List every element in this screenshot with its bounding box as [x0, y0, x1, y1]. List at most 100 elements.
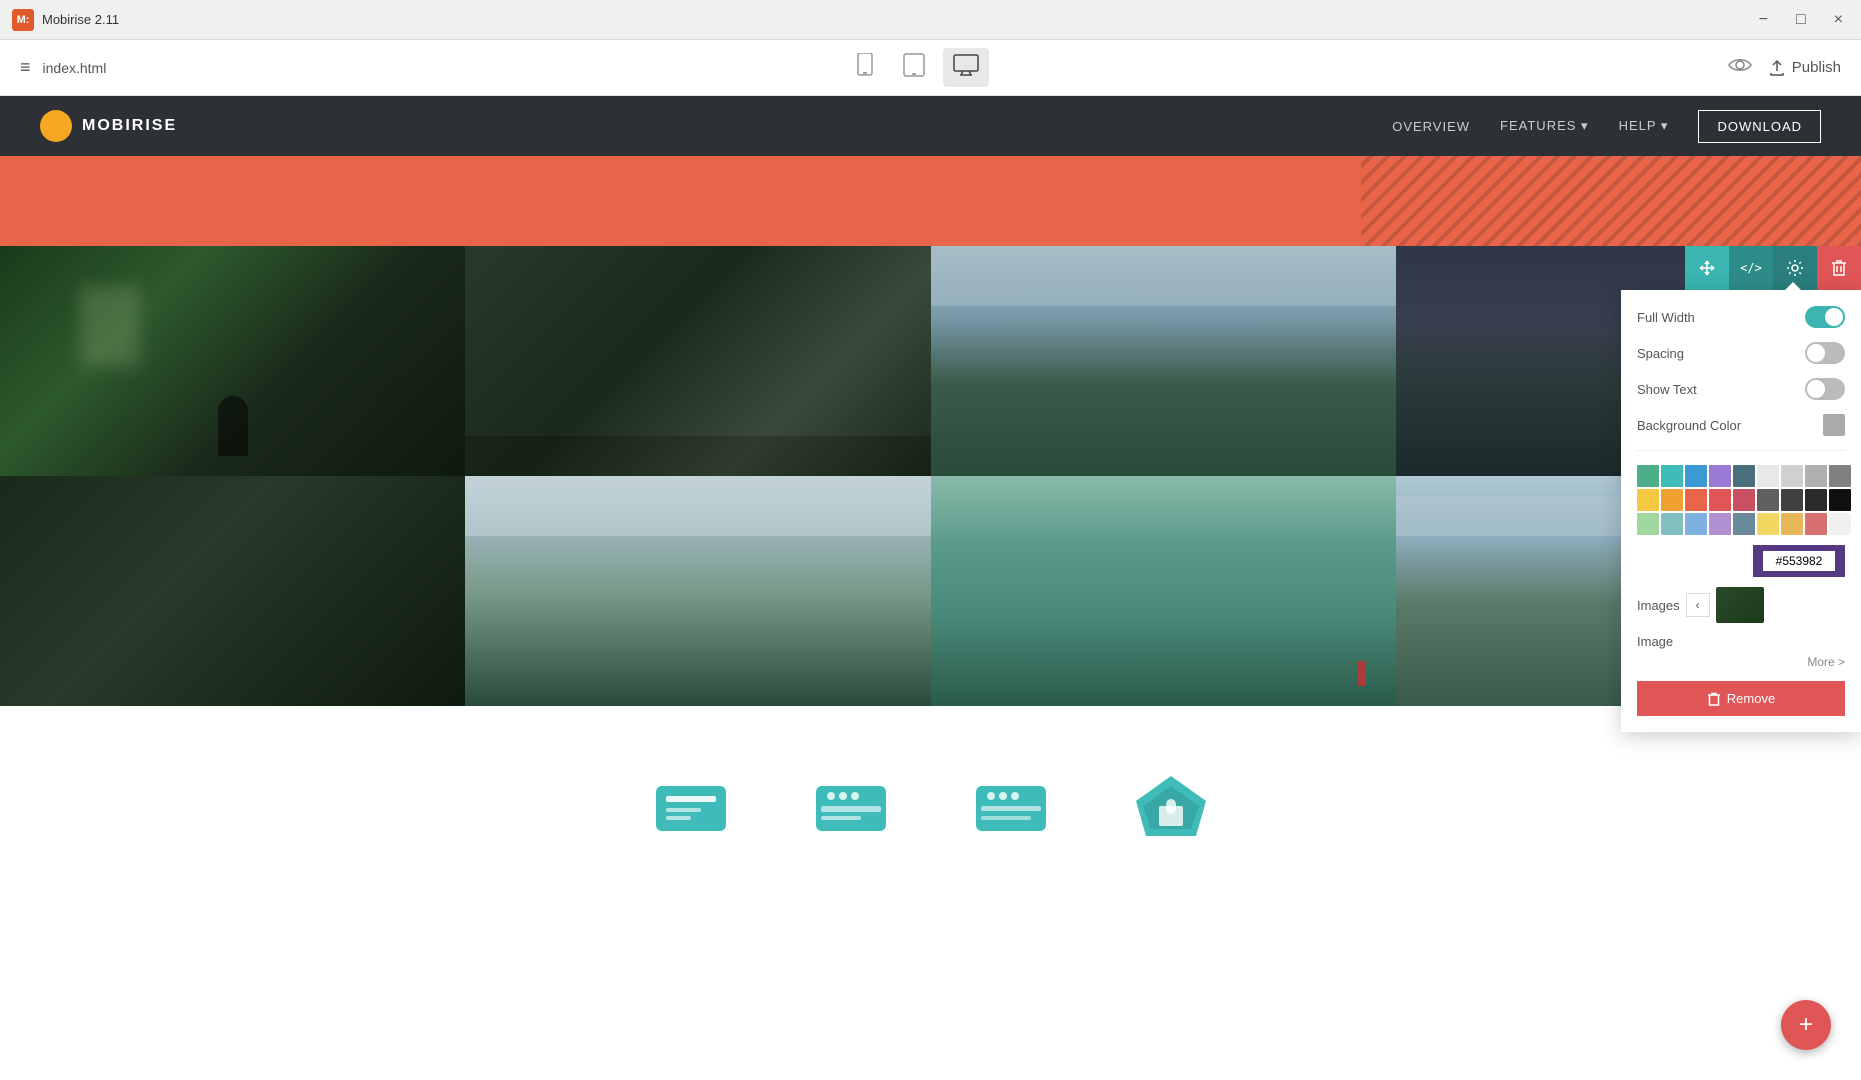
preview-button[interactable]: [1728, 56, 1752, 80]
light-effect: [80, 286, 140, 366]
image-thumbnail[interactable]: [1716, 587, 1764, 623]
color-swatch[interactable]: [1661, 465, 1683, 487]
color-swatch[interactable]: [1685, 513, 1707, 535]
titlebar-left: M: Mobirise 2.11: [12, 9, 119, 31]
color-swatch[interactable]: [1709, 465, 1731, 487]
remove-button[interactable]: Remove: [1637, 681, 1845, 716]
images-label: Images: [1637, 598, 1680, 613]
color-swatch[interactable]: [1637, 513, 1659, 535]
close-button[interactable]: ×: [1828, 9, 1849, 31]
gallery-item-5[interactable]: [0, 476, 465, 706]
color-swatch[interactable]: [1661, 513, 1683, 535]
tablet-icon: [903, 53, 925, 77]
mist-overlay: [465, 476, 930, 536]
background-color-swatch[interactable]: [1823, 414, 1845, 436]
dark-overlay: [465, 436, 930, 476]
settings-divider: [1637, 450, 1845, 451]
color-swatch[interactable]: [1829, 513, 1851, 535]
color-swatch[interactable]: [1637, 489, 1659, 511]
background-color-label: Background Color: [1637, 418, 1741, 433]
show-text-row: Show Text: [1637, 378, 1845, 400]
gear-icon: [1786, 259, 1804, 277]
nav-download-button[interactable]: DOWNLOAD: [1698, 110, 1821, 143]
toolbar: ≡ index.html: [0, 40, 1861, 96]
color-swatch[interactable]: [1805, 465, 1827, 487]
panel-caret: [1785, 282, 1801, 290]
color-hex-row: [1637, 545, 1845, 577]
trash-icon-small: [1707, 692, 1721, 706]
more-link[interactable]: More >: [1637, 655, 1845, 669]
color-swatch[interactable]: [1757, 489, 1779, 511]
spacing-toggle[interactable]: [1805, 342, 1845, 364]
site-nav: MOBIRISE OVERVIEW FEATURES ▾ HELP ▾ DOWN…: [0, 96, 1861, 156]
color-swatch[interactable]: [1757, 465, 1779, 487]
gallery-item-7[interactable]: [931, 476, 1396, 706]
website-content: MOBIRISE OVERVIEW FEATURES ▾ HELP ▾ DOWN…: [0, 96, 1861, 906]
color-swatch[interactable]: [1829, 465, 1851, 487]
hamburger-button[interactable]: ≡: [20, 57, 31, 78]
color-swatch[interactable]: [1661, 489, 1683, 511]
color-swatch[interactable]: [1781, 513, 1803, 535]
color-swatch[interactable]: [1733, 513, 1755, 535]
color-swatch[interactable]: [1685, 489, 1707, 511]
nav-features[interactable]: FEATURES ▾: [1500, 118, 1589, 134]
accent-element: [1358, 661, 1366, 686]
gallery-item-2[interactable]: [465, 246, 930, 476]
full-width-label: Full Width: [1637, 310, 1695, 325]
color-swatch[interactable]: [1685, 465, 1707, 487]
color-swatch[interactable]: [1733, 465, 1755, 487]
color-hex-display: [1753, 545, 1845, 577]
gallery-toolbar: </>: [1685, 246, 1861, 290]
spacing-label: Spacing: [1637, 346, 1684, 361]
gallery-delete-button[interactable]: [1817, 246, 1861, 290]
features-section: [0, 706, 1861, 906]
color-hex-input[interactable]: [1763, 551, 1835, 571]
gallery-code-button[interactable]: </>: [1729, 246, 1773, 290]
color-swatch[interactable]: [1709, 513, 1731, 535]
maximize-button[interactable]: □: [1790, 9, 1812, 31]
color-palette: [1637, 465, 1845, 535]
color-swatch[interactable]: [1781, 465, 1803, 487]
background-color-row: Background Color: [1637, 414, 1845, 436]
color-swatch[interactable]: [1757, 513, 1779, 535]
publish-button[interactable]: Publish: [1768, 59, 1841, 77]
color-swatch[interactable]: [1637, 465, 1659, 487]
settings-panel: Full Width Spacing Show Text Background …: [1621, 290, 1861, 732]
full-width-toggle[interactable]: [1805, 306, 1845, 328]
site-nav-links: OVERVIEW FEATURES ▾ HELP ▾ DOWNLOAD: [1392, 110, 1821, 143]
gallery-item-6[interactable]: [465, 476, 930, 706]
color-swatch[interactable]: [1805, 489, 1827, 511]
color-swatch[interactable]: [1829, 489, 1851, 511]
desktop-device-button[interactable]: [943, 48, 989, 87]
gallery-section: </> Full Width: [0, 246, 1861, 706]
images-prev-button[interactable]: ‹: [1686, 593, 1710, 617]
gallery-move-button[interactable]: [1685, 246, 1729, 290]
color-swatch[interactable]: [1805, 513, 1827, 535]
minimize-button[interactable]: −: [1753, 9, 1774, 31]
hero-section: [0, 156, 1861, 246]
eye-icon: [1728, 56, 1752, 74]
nav-overview[interactable]: OVERVIEW: [1392, 119, 1470, 134]
site-logo-text: MOBIRISE: [82, 117, 177, 135]
color-swatch[interactable]: [1781, 489, 1803, 511]
gallery-item-3[interactable]: [931, 246, 1396, 476]
code-icon: </>: [1740, 261, 1762, 275]
gallery-item-1[interactable]: [0, 246, 465, 476]
trash-icon: [1831, 259, 1847, 277]
nav-help[interactable]: HELP ▾: [1619, 118, 1669, 134]
full-width-row: Full Width: [1637, 306, 1845, 328]
color-swatch[interactable]: [1709, 489, 1731, 511]
image-label: Image: [1637, 634, 1673, 649]
add-fab-button[interactable]: +: [1781, 1000, 1831, 1050]
site-logo: MOBIRISE: [40, 110, 177, 142]
show-text-label: Show Text: [1637, 382, 1697, 397]
figure-silhouette: [218, 396, 248, 456]
show-text-toggle[interactable]: [1805, 378, 1845, 400]
mobile-device-button[interactable]: [845, 47, 885, 88]
toolbar-right: Publish: [1728, 56, 1841, 80]
color-swatch[interactable]: [1733, 489, 1755, 511]
thumb-preview: [1716, 587, 1764, 623]
tablet-device-button[interactable]: [893, 47, 935, 88]
device-switcher: [845, 47, 989, 88]
spacing-row: Spacing: [1637, 342, 1845, 364]
